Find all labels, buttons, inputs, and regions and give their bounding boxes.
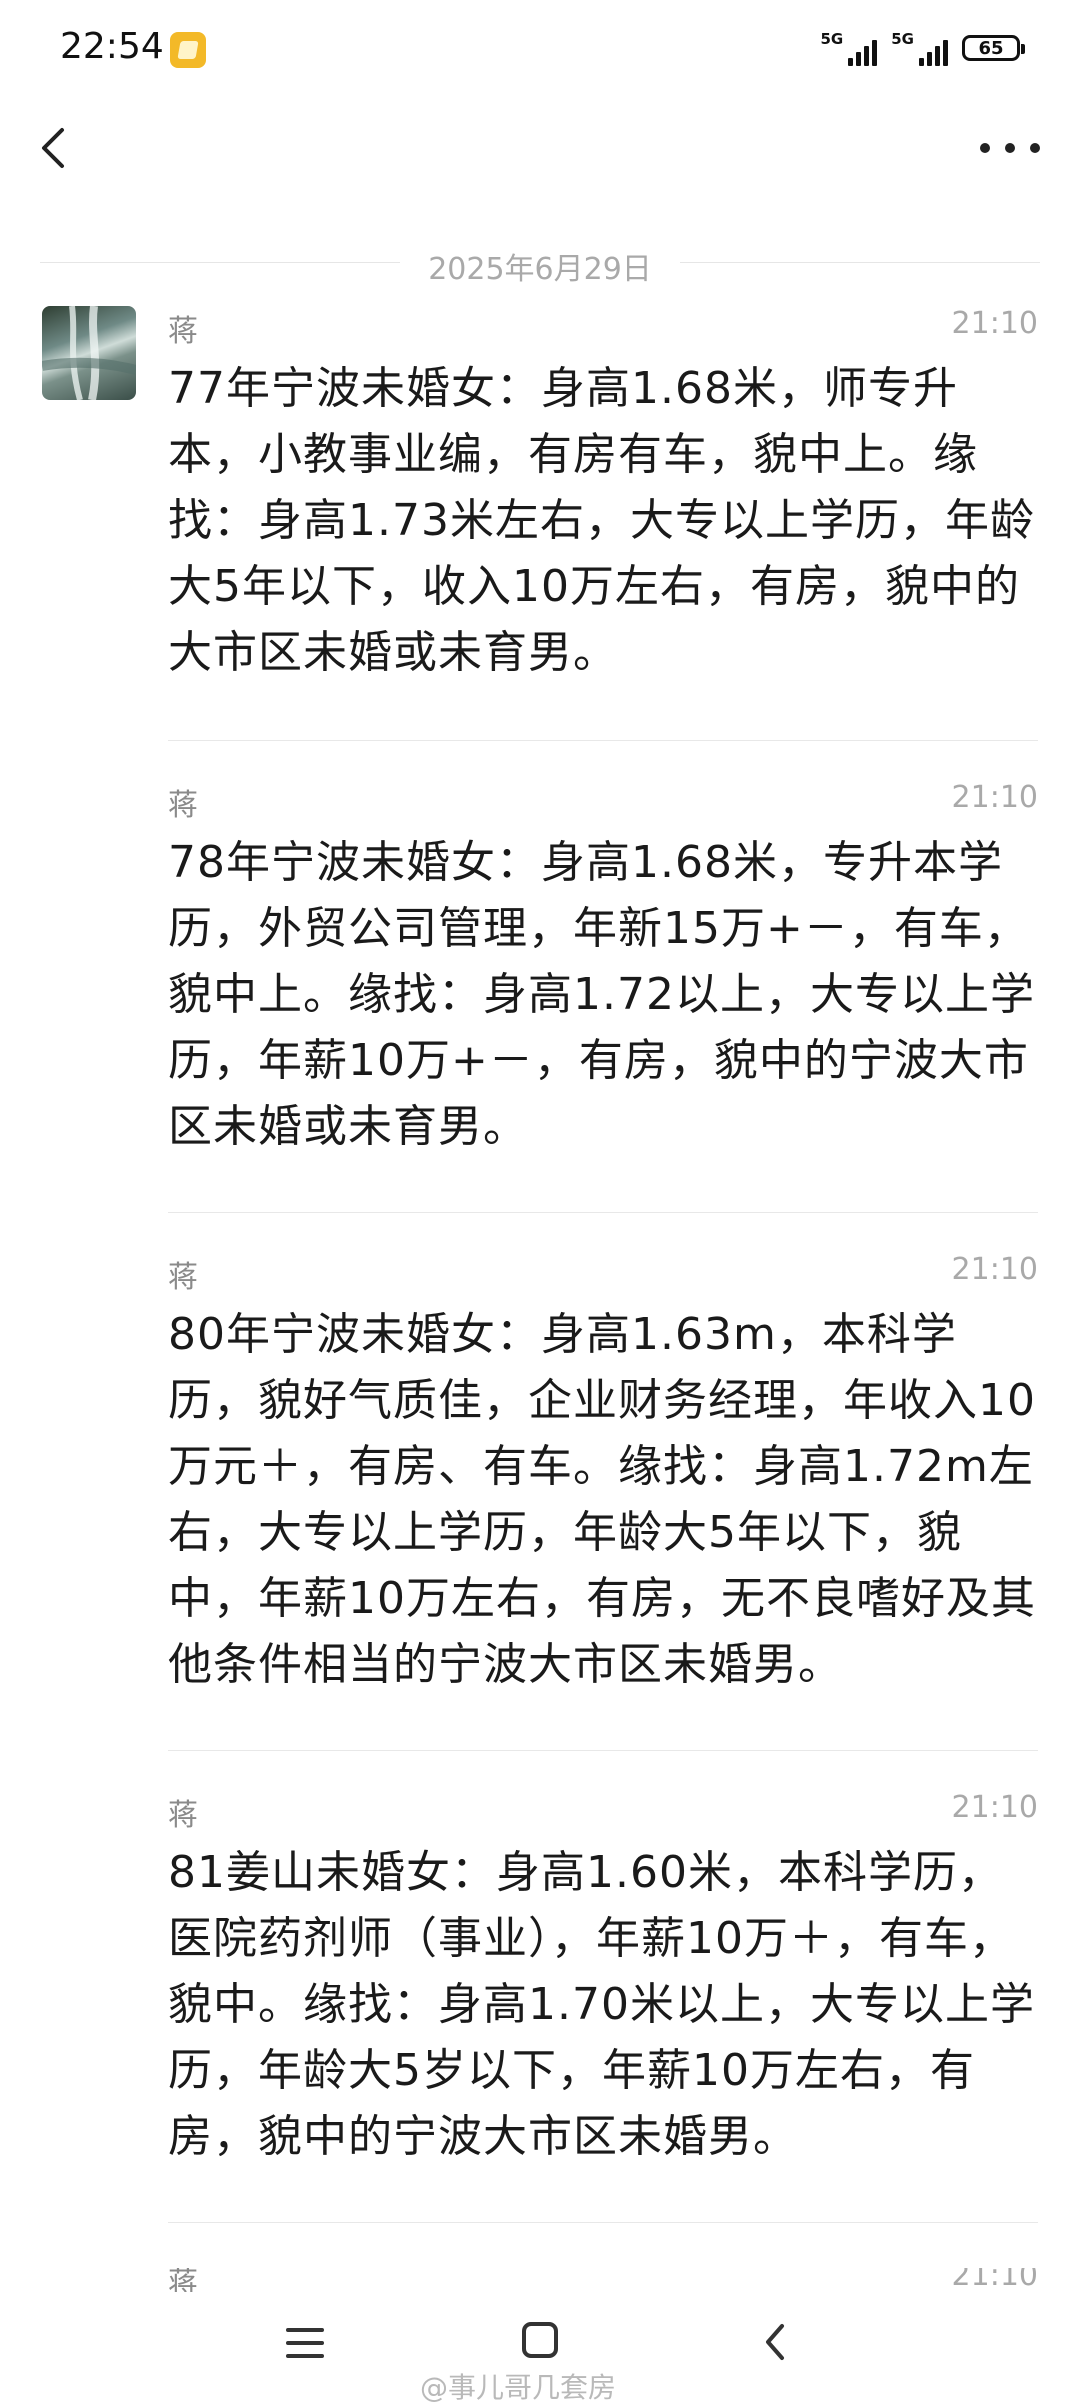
message-item-partial[interactable]: 蒋 21:10: [168, 2268, 1038, 2292]
network-type-label-2: 5G: [891, 30, 914, 48]
message-text: 78年宁波未婚女：身高1.68米，专升本学历，外贸公司管理，年新15万+－，有车…: [168, 837, 1035, 1152]
message-divider: [168, 1750, 1038, 1751]
nav-back-icon: [766, 2324, 784, 2360]
message-time: 21:10: [951, 306, 1038, 341]
more-options-button[interactable]: [980, 128, 1040, 168]
message-divider: [168, 2222, 1038, 2223]
waterfall-image-icon: [42, 306, 136, 400]
back-arrow-icon: [42, 128, 64, 168]
watermark: @事儿哥几套房: [420, 2371, 617, 2404]
message-sender: 蒋: [168, 1260, 198, 1295]
message-time: 21:10: [951, 780, 1038, 815]
message-text: 80年宁波未婚女：身高1.63m，本科学历，貌好气质佳，企业财务经理，年收入10…: [168, 1309, 1036, 1690]
status-time: 22:54: [60, 26, 164, 67]
status-indicators: 5G 5G 65: [821, 30, 1025, 66]
back-button[interactable]: [30, 118, 80, 178]
message-item[interactable]: 蒋 21:10 81姜山未婚女：身高1.60米，本科学历，医院药剂师（事业），年…: [168, 1790, 1038, 2210]
message-item[interactable]: 蒋 21:10 80年宁波未婚女：身高1.63m，本科学历，貌好气质佳，企业财务…: [168, 1252, 1038, 1732]
message-text: 77年宁波未婚女：身高1.68米，师专升本，小教事业编，有房有车，貌中上。缘找：…: [168, 363, 1035, 678]
message-text: 81姜山未婚女：身高1.60米，本科学历，医院药剂师（事业），年薪10万＋，有车…: [168, 1847, 1035, 2162]
message-sender: 蒋: [168, 788, 198, 823]
message-time: 21:10: [951, 2268, 1038, 2292]
sender-avatar[interactable]: [42, 306, 136, 400]
date-separator-text: 2025年6月29日: [428, 252, 652, 287]
system-nav-bar: @事儿哥几套房: [0, 2300, 1080, 2404]
recent-apps-button[interactable]: [286, 2324, 324, 2362]
nav-back-button[interactable]: [756, 2320, 796, 2364]
battery-level: 65: [978, 37, 1004, 59]
message-time: 21:10: [951, 1252, 1038, 1287]
notification-app-icon: [170, 32, 206, 68]
network-type-label: 5G: [820, 30, 844, 48]
status-bar: 22:54 5G 5G 65: [0, 0, 1080, 100]
home-button[interactable]: [522, 2322, 558, 2358]
message-divider: [168, 740, 1038, 741]
message-sender: 蒋: [168, 2268, 198, 2292]
message-divider: [168, 1212, 1038, 1213]
signal-icon-2: 5G: [891, 30, 948, 66]
menu-icon: [286, 2328, 324, 2332]
battery-icon: 65: [962, 35, 1025, 61]
message-item[interactable]: 蒋 21:10 78年宁波未婚女：身高1.68米，专升本学历，外贸公司管理，年新…: [168, 780, 1038, 1180]
message-sender: 蒋: [168, 314, 198, 349]
date-separator: 2025年6月29日: [40, 240, 1040, 287]
signal-icon: 5G: [821, 30, 878, 66]
message-time: 21:10: [951, 1790, 1038, 1825]
message-sender: 蒋: [168, 1798, 198, 1833]
more-dots-icon: [980, 143, 990, 153]
message-item[interactable]: 蒋 21:10 77年宁波未婚女：身高1.68米，师专升本，小教事业编，有房有车…: [168, 306, 1038, 726]
